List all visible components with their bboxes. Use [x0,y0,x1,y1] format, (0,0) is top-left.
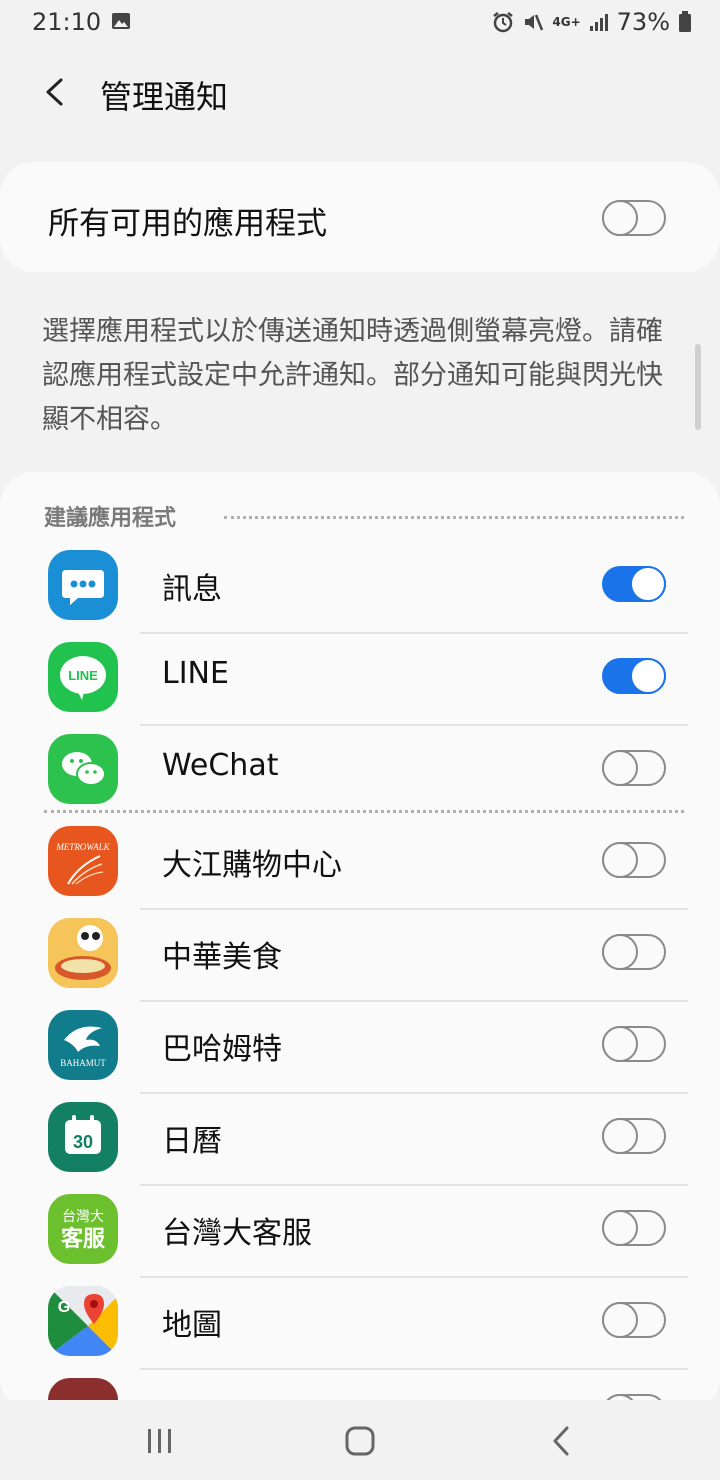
nav-back-button[interactable] [542,1424,582,1458]
app-name: 台灣大客服 [162,1216,312,1251]
app-row-taiwan-mobile-service[interactable]: 台灣大 客服 台灣大客服 [0,1186,720,1278]
app-row-wechat[interactable]: WeChat [0,726,720,818]
messages-icon [48,550,118,620]
switch-knob [602,1118,638,1154]
app-row-metrowalk[interactable]: METROWALK 大江購物中心 [0,818,720,910]
line-icon-text: LINE [68,668,98,683]
all-apps-switch[interactable] [602,200,666,236]
service-icon-text-bottom: 客服 [61,1226,106,1252]
home-button[interactable] [340,1424,380,1458]
line-icon: LINE [48,642,118,712]
app-switch-metrowalk[interactable] [602,842,666,878]
bahamut-icon-text: BAHAMUT [60,1058,106,1068]
page-title: 管理通知 [100,78,229,116]
chinese-food-icon [48,918,118,988]
service-icon-text-top: 台灣大 [62,1209,104,1225]
app-name: 地圖 [162,1308,222,1343]
switch-knob [602,1026,638,1062]
app-switch-maps[interactable] [602,1302,666,1338]
calendar-icon-text: 30 [73,1132,93,1152]
app-name: WeChat [162,748,279,783]
scroll-indicator[interactable] [695,344,701,430]
app-name: 大江購物中心 [162,848,342,883]
signal-icon [589,14,608,31]
all-apps-label: 所有可用的應用程式 [48,206,327,242]
mute-icon [525,14,544,31]
app-name: 日曆 [162,1124,222,1159]
app-row-chinese-food[interactable]: 中華美食 [0,910,720,1002]
app-row-calendar[interactable]: 30 日曆 [0,1094,720,1186]
metrowalk-icon: METROWALK [48,826,118,896]
app-row-messages[interactable]: 訊息 [0,542,720,634]
bahamut-icon: BAHAMUT [48,1010,118,1080]
section-header: 建議應用程式 [44,506,177,531]
app-name: 訊息 [162,572,222,607]
app-switch-wechat[interactable] [602,750,666,786]
alarm-icon [493,12,514,33]
metrowalk-icon-text: METROWALK [55,842,110,852]
section-header-divider [224,516,684,519]
switch-knob [602,200,638,236]
status-indicators: 4G+ 73% [492,8,692,36]
gallery-notification-icon [112,13,130,29]
app-switch-bahamut[interactable] [602,1026,666,1062]
switch-knob [602,1210,638,1246]
app-switch-chinese-food[interactable] [602,934,666,970]
battery-icon [679,11,691,32]
page-header: 管理通知 [0,56,720,136]
app-switch-taiwan-mobile-service[interactable] [602,1210,666,1246]
status-time: 21:10 [32,8,102,36]
navigation-bar [0,1400,720,1480]
recent-apps-button[interactable] [140,1424,180,1458]
app-switch-calendar[interactable] [602,1118,666,1154]
group-divider [44,810,684,813]
app-row-line[interactable]: LINE LINE [0,634,720,726]
google-maps-icon: G [48,1286,118,1356]
description-text: 選擇應用程式以於傳送通知時透過側螢幕亮燈。請確認應用程式設定中允許通知。部分通知… [42,316,663,435]
app-name: LINE [162,656,229,691]
switch-knob [630,566,666,602]
switch-knob [602,842,638,878]
app-row-bahamut[interactable]: BAHAMUT 巴哈姆特 [0,1002,720,1094]
taiwan-mobile-service-icon: 台灣大 客服 [48,1194,118,1264]
app-switch-messages[interactable] [602,566,666,602]
wechat-icon [48,734,118,804]
switch-knob [602,934,638,970]
switch-knob [602,1302,638,1338]
status-bar: 21:10 4G+ 73% [0,0,720,46]
app-name: 中華美食 [162,940,282,975]
suggested-apps-card: 建議應用程式 訊息 LINE LINE WeChat METROWALK 大江購… [0,472,720,1412]
maps-icon-text: G [58,1299,70,1316]
app-switch-line[interactable] [602,658,666,694]
app-row-maps[interactable]: G 地圖 [0,1278,720,1370]
back-button[interactable] [36,70,76,114]
app-name: 巴哈姆特 [162,1032,282,1067]
battery-percent: 73% [616,8,670,36]
switch-knob [602,750,638,786]
network-type: 4G+ [552,15,581,29]
switch-knob [630,658,666,694]
calendar-icon: 30 [48,1102,118,1172]
